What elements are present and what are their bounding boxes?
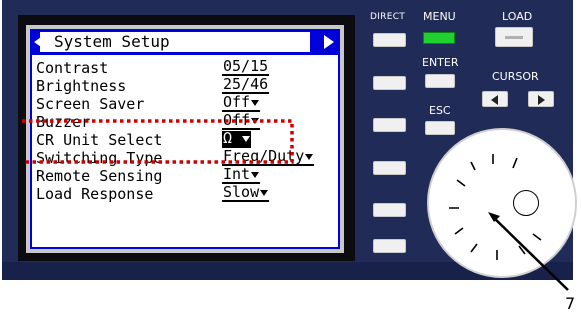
callout-leader	[488, 212, 569, 291]
callout-number: 7	[565, 294, 576, 313]
